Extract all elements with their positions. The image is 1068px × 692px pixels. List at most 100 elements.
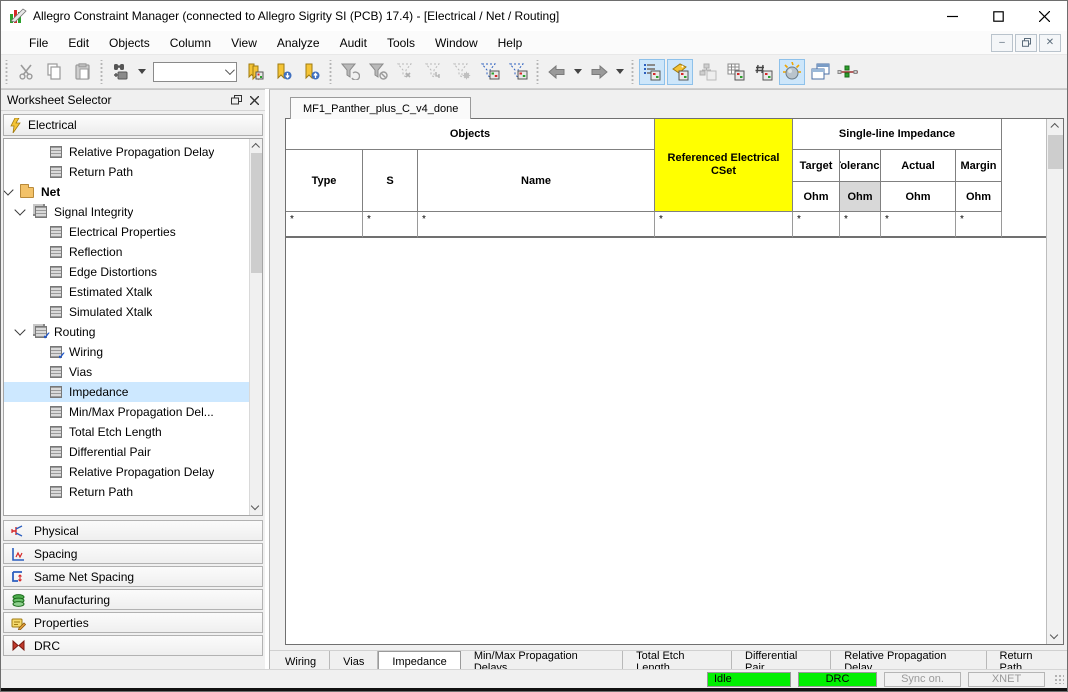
filter-branch-button[interactable]: [421, 59, 447, 85]
tree-item-estimated-xtalk[interactable]: Estimated Xtalk: [4, 282, 249, 302]
find-dropdown-caret[interactable]: [138, 69, 146, 74]
back-button[interactable]: [544, 59, 570, 85]
s-filter-input[interactable]: *: [363, 212, 418, 238]
tree-item-wiring[interactable]: ✓Wiring: [4, 342, 249, 362]
tree-item-vias[interactable]: Vias: [4, 362, 249, 382]
table-scrollbar[interactable]: [1046, 119, 1063, 644]
maximize-button[interactable]: [975, 1, 1021, 31]
cut-button[interactable]: [13, 59, 39, 85]
menu-objects[interactable]: Objects: [99, 33, 160, 53]
paste-button[interactable]: [69, 59, 95, 85]
cset-filter-input[interactable]: *: [655, 212, 793, 238]
resize-grip[interactable]: [1054, 674, 1064, 684]
document-tab[interactable]: MF1_Panther_plus_C_v4_done: [290, 97, 471, 119]
tolerance-filter-input[interactable]: *: [840, 212, 881, 238]
tree-item-total-etch-length[interactable]: Total Etch Length: [4, 422, 249, 442]
category-button-physical[interactable]: Physical: [3, 520, 263, 541]
tree-item-relative-propagation-delay[interactable]: Relative Propagation Delay: [4, 462, 249, 482]
type-filter-input[interactable]: *: [286, 212, 363, 238]
category-button-same-net-spacing[interactable]: Same Net Spacing: [3, 566, 263, 587]
show-custom-view-button[interactable]: [751, 59, 777, 85]
filter-table-or-button[interactable]: [505, 59, 531, 85]
filter-clear-button[interactable]: [365, 59, 391, 85]
tree-item-routing[interactable]: ✓Routing: [4, 322, 249, 342]
close-button[interactable]: [1021, 1, 1067, 31]
chevron-down-icon[interactable]: [3, 184, 14, 195]
find-object-button[interactable]: [108, 59, 134, 85]
drc-alarm-button[interactable]: [779, 59, 805, 85]
forward-dropdown-caret[interactable]: [616, 69, 624, 74]
electrical-section-button[interactable]: Electrical: [3, 114, 263, 136]
window-copy-button[interactable]: [807, 59, 833, 85]
close-panel-icon[interactable]: [250, 96, 259, 105]
show-cset-button[interactable]: [667, 59, 693, 85]
tree-item-differential-pair[interactable]: Differential Pair: [4, 442, 249, 462]
scroll-down-icon[interactable]: [1051, 632, 1060, 641]
margin-column-header[interactable]: Margin: [956, 150, 1002, 182]
name-filter-input[interactable]: *: [418, 212, 655, 238]
mdi-close-button[interactable]: ✕: [1039, 34, 1061, 52]
filter-refresh-button[interactable]: [337, 59, 363, 85]
type-column-header[interactable]: Type: [286, 150, 363, 212]
show-hierarchy-button[interactable]: [695, 59, 721, 85]
mdi-minimize-button[interactable]: –: [991, 34, 1013, 52]
tree-scrollbar[interactable]: [249, 139, 262, 515]
actual-column-header[interactable]: Actual: [881, 150, 956, 182]
back-dropdown-caret[interactable]: [574, 69, 582, 74]
menu-tools[interactable]: Tools: [377, 33, 425, 53]
chevron-down-icon[interactable]: [14, 324, 25, 335]
bookmark-up-button[interactable]: [298, 59, 324, 85]
target-filter-input[interactable]: *: [793, 212, 840, 238]
tree-item-net[interactable]: Net: [4, 182, 249, 202]
copy-button[interactable]: [41, 59, 67, 85]
scroll-up-icon[interactable]: [252, 142, 261, 151]
filter-off-button[interactable]: [393, 59, 419, 85]
category-button-drc[interactable]: DRC: [3, 635, 263, 656]
scroll-down-icon[interactable]: [252, 503, 261, 512]
net-topology-button[interactable]: [835, 59, 861, 85]
category-button-manufacturing[interactable]: Manufacturing: [3, 589, 263, 610]
tolerance-column-header[interactable]: Tolerance: [840, 150, 881, 182]
actual-filter-input[interactable]: *: [881, 212, 956, 238]
minimize-button[interactable]: [929, 1, 975, 31]
tree-item-reflection[interactable]: Reflection: [4, 242, 249, 262]
tree-item-simulated-xtalk[interactable]: Simulated Xtalk: [4, 302, 249, 322]
menu-column[interactable]: Column: [160, 33, 221, 53]
referenced-electrical-cset-header[interactable]: Referenced Electrical CSet: [655, 119, 793, 212]
margin-filter-input[interactable]: *: [956, 212, 1002, 238]
menu-view[interactable]: View: [221, 33, 267, 53]
menu-file[interactable]: File: [19, 33, 58, 53]
menu-window[interactable]: Window: [425, 33, 488, 53]
tree-item-signal-integrity[interactable]: Signal Integrity: [4, 202, 249, 222]
table-scrollbar-thumb[interactable]: [1048, 135, 1063, 169]
tree-item-min-max-propagation-del[interactable]: Min/Max Propagation Del...: [4, 402, 249, 422]
search-combobox[interactable]: [153, 62, 237, 82]
menu-edit[interactable]: Edit: [58, 33, 99, 53]
objects-group-header[interactable]: Objects: [286, 119, 655, 150]
show-table-button[interactable]: [723, 59, 749, 85]
float-panel-icon[interactable]: [231, 95, 242, 105]
tree-item-impedance[interactable]: Impedance: [4, 382, 249, 402]
show-worksheet-list-button[interactable]: [639, 59, 665, 85]
filter-table-and-button[interactable]: [477, 59, 503, 85]
name-column-header[interactable]: Name: [418, 150, 655, 212]
chevron-down-icon[interactable]: [14, 204, 25, 215]
bookmark-down-button[interactable]: [270, 59, 296, 85]
tree-item-relative-propagation-delay[interactable]: Relative Propagation Delay: [4, 142, 249, 162]
mdi-restore-button[interactable]: [1015, 34, 1037, 52]
category-button-properties[interactable]: Properties: [3, 612, 263, 633]
tree-item-return-path[interactable]: Return Path: [4, 162, 249, 182]
scroll-up-icon[interactable]: [1051, 122, 1060, 131]
category-button-spacing[interactable]: Spacing: [3, 543, 263, 564]
s-column-header[interactable]: S: [363, 150, 418, 212]
tree-item-edge-distortions[interactable]: Edge Distortions: [4, 262, 249, 282]
menu-help[interactable]: Help: [488, 33, 533, 53]
single-line-impedance-group-header[interactable]: Single-line Impedance: [793, 119, 1002, 150]
target-column-header[interactable]: Target: [793, 150, 840, 182]
menu-analyze[interactable]: Analyze: [267, 33, 330, 53]
tree-scrollbar-thumb[interactable]: [251, 153, 262, 273]
goto-worksheet-button[interactable]: [242, 59, 268, 85]
tree-item-electrical-properties[interactable]: Electrical Properties: [4, 222, 249, 242]
filter-settings-button[interactable]: [449, 59, 475, 85]
menu-audit[interactable]: Audit: [330, 33, 377, 53]
